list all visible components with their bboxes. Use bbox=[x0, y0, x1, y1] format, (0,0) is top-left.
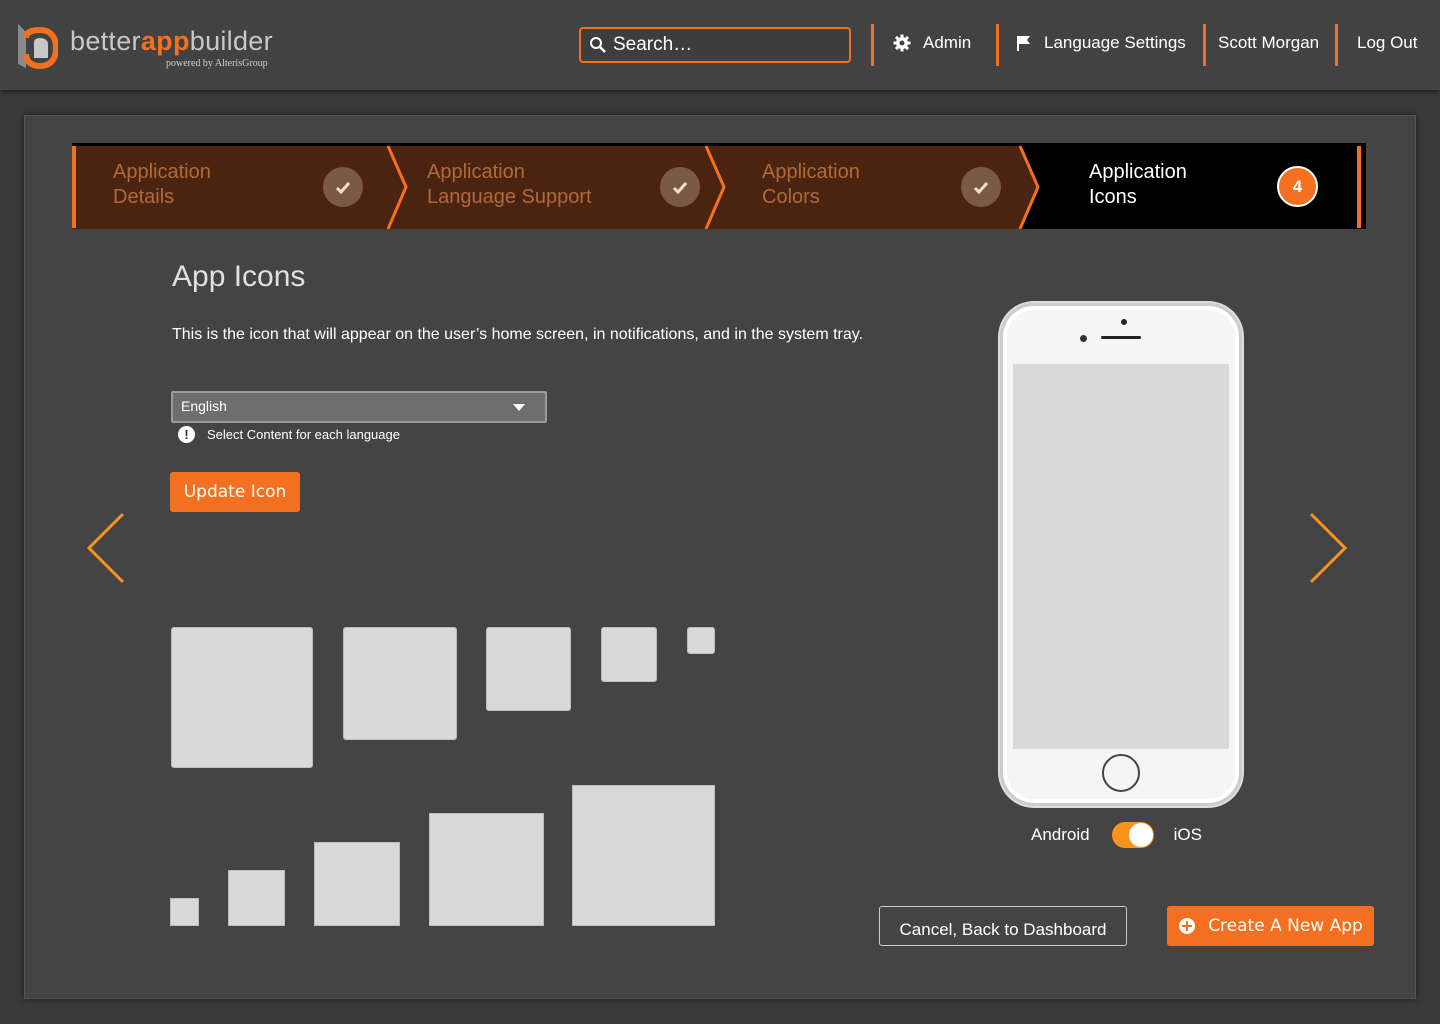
phone-screen bbox=[1013, 364, 1229, 749]
search-input[interactable] bbox=[613, 34, 833, 56]
admin-label: Admin bbox=[923, 33, 972, 52]
speaker-icon bbox=[1101, 336, 1141, 339]
checkmark-icon bbox=[961, 167, 1001, 207]
page-title: App Icons bbox=[172, 260, 306, 293]
stepper-accent-right bbox=[1357, 146, 1361, 228]
step-label: Application Details bbox=[113, 161, 211, 208]
icon-preview-tile bbox=[486, 627, 571, 711]
language-hint: ! Select Content for each language bbox=[178, 426, 400, 443]
step-application-icons[interactable]: Application Icons 4 bbox=[1040, 147, 1355, 229]
checkmark-icon bbox=[660, 167, 700, 207]
header-divider bbox=[1335, 24, 1338, 66]
icon-preview-tile bbox=[343, 627, 457, 740]
create-app-label: Create A New App bbox=[1208, 916, 1363, 936]
header-divider bbox=[1203, 24, 1206, 66]
platform-toggle-row: Android iOS bbox=[1031, 822, 1202, 848]
logout-link[interactable]: Log Out bbox=[1357, 33, 1418, 53]
step-label: Application Language Support bbox=[427, 161, 592, 208]
top-header: betterappbuilder powered by AlterisGroup bbox=[0, 0, 1440, 90]
update-icon-button[interactable]: Update Icon bbox=[170, 472, 300, 512]
search-icon bbox=[590, 37, 606, 53]
icon-preview-tile bbox=[429, 813, 544, 926]
chevron-left-icon[interactable] bbox=[86, 512, 126, 584]
language-select-value: English bbox=[181, 398, 227, 414]
language-settings-label: Language Settings bbox=[1044, 33, 1186, 52]
icon-preview-tile bbox=[687, 627, 715, 654]
step-application-colors[interactable]: Application Colors bbox=[710, 147, 1020, 229]
step-label: Application Icons bbox=[1089, 161, 1187, 208]
language-select[interactable]: English bbox=[171, 391, 547, 423]
language-hint-text: Select Content for each language bbox=[207, 427, 400, 442]
page-description: This is the icon that will appear on the… bbox=[172, 326, 864, 343]
home-button-icon bbox=[1102, 754, 1140, 792]
chevron-right-icon[interactable] bbox=[1308, 512, 1348, 584]
gear-icon bbox=[893, 34, 911, 52]
search-box[interactable] bbox=[579, 27, 851, 63]
icon-preview-tile bbox=[228, 870, 285, 926]
plus-circle-icon bbox=[1179, 918, 1196, 934]
android-label: Android bbox=[1031, 825, 1090, 844]
user-name: Scott Morgan bbox=[1218, 33, 1320, 52]
user-profile-link[interactable]: Scott Morgan bbox=[1218, 33, 1319, 53]
icon-preview-tile bbox=[601, 627, 657, 682]
camera-icon bbox=[1121, 319, 1127, 325]
step-application-details[interactable]: Application Details bbox=[76, 147, 388, 229]
alert-icon: ! bbox=[178, 426, 195, 443]
ios-label: iOS bbox=[1173, 825, 1202, 844]
checkmark-icon bbox=[323, 167, 363, 207]
step-number-badge: 4 bbox=[1277, 166, 1318, 207]
sensor-icon bbox=[1080, 335, 1087, 342]
brand-name: betterappbuilder bbox=[70, 26, 273, 56]
platform-toggle[interactable] bbox=[1111, 822, 1154, 848]
logo-mark-icon bbox=[18, 24, 58, 70]
phone-preview bbox=[1000, 303, 1242, 806]
create-app-button[interactable]: Create A New App bbox=[1167, 906, 1374, 946]
step-label: Application Colors bbox=[762, 161, 860, 208]
icon-preview-tile bbox=[170, 898, 199, 926]
flag-icon bbox=[1017, 36, 1030, 51]
icon-preview-tile bbox=[572, 785, 715, 926]
language-settings-link[interactable]: Language Settings bbox=[1016, 33, 1186, 53]
brand-logo[interactable]: betterappbuilder powered by AlterisGroup bbox=[14, 20, 314, 72]
header-divider bbox=[871, 24, 874, 66]
header-divider bbox=[996, 24, 999, 66]
cancel-back-button[interactable]: Cancel, Back to Dashboard bbox=[879, 906, 1127, 946]
icon-preview-tile bbox=[171, 627, 313, 768]
chevron-down-icon bbox=[513, 404, 525, 411]
step-application-language-support[interactable]: Application Language Support bbox=[390, 147, 706, 229]
brand-tagline: powered by AlterisGroup bbox=[166, 58, 268, 69]
icon-preview-tile bbox=[314, 842, 400, 926]
toggle-knob bbox=[1128, 823, 1153, 847]
logout-label: Log Out bbox=[1357, 33, 1418, 52]
admin-link[interactable]: Admin bbox=[893, 33, 971, 53]
